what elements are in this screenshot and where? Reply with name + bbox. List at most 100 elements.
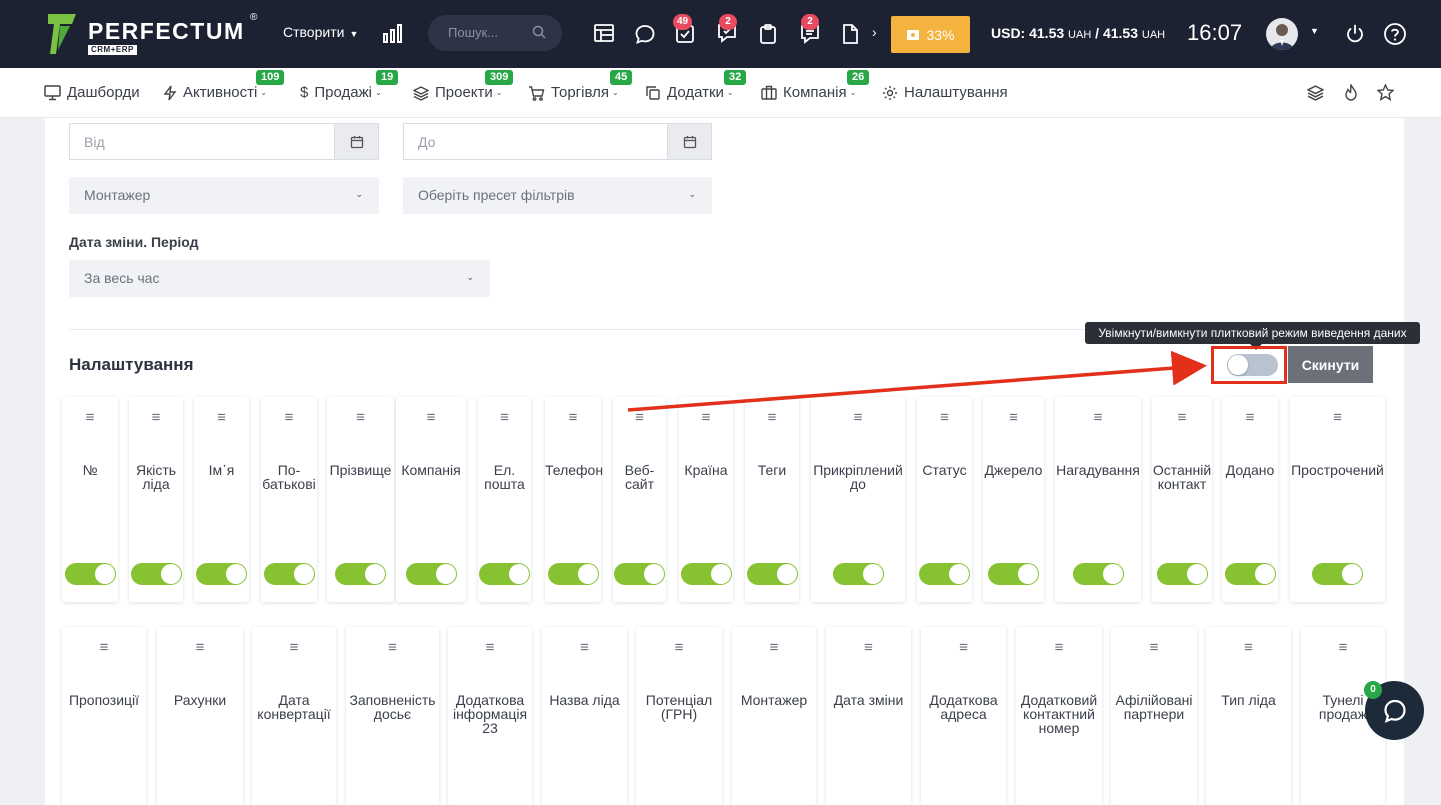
column-visibility-toggle[interactable]: [1073, 563, 1124, 585]
drag-handle-icon[interactable]: ≡: [732, 639, 816, 656]
drag-handle-icon[interactable]: ≡: [745, 409, 799, 426]
column-visibility-toggle[interactable]: [614, 563, 665, 585]
column-card[interactable]: ≡ Останній контакт: [1152, 397, 1212, 602]
drag-handle-icon[interactable]: ≡: [448, 639, 532, 656]
drag-handle-icon[interactable]: ≡: [679, 409, 733, 426]
calendar-icon[interactable]: [667, 123, 712, 160]
drag-handle-icon[interactable]: ≡: [252, 639, 336, 656]
layers-icon[interactable]: [1306, 84, 1325, 106]
column-card[interactable]: ≡ Заповненість досьє: [346, 627, 439, 805]
drag-handle-icon[interactable]: ≡: [613, 409, 666, 426]
table-view-icon[interactable]: [593, 22, 615, 44]
column-card[interactable]: ≡ Веб-сайт: [613, 397, 666, 602]
column-visibility-toggle[interactable]: [406, 563, 457, 585]
chevron-right-icon[interactable]: ›: [872, 24, 877, 40]
column-visibility-toggle[interactable]: [919, 563, 970, 585]
drag-handle-icon[interactable]: ≡: [1152, 409, 1212, 426]
drag-handle-icon[interactable]: ≡: [1111, 639, 1197, 656]
chevron-down-icon[interactable]: ▼: [1310, 26, 1319, 36]
drag-handle-icon[interactable]: ≡: [194, 409, 249, 426]
column-card[interactable]: ≡ Прізвище: [327, 397, 394, 602]
drag-handle-icon[interactable]: ≡: [129, 409, 183, 426]
nav-item-company[interactable]: Компанія ⌄ 26: [761, 70, 870, 101]
nav-item-activities[interactable]: Активності ⌄ 109: [163, 70, 285, 101]
column-card[interactable]: ≡ Телефон: [545, 397, 603, 602]
installer-select[interactable]: Монтажер ⌄: [69, 177, 379, 214]
drag-handle-icon[interactable]: ≡: [545, 409, 601, 426]
column-card[interactable]: ≡ Рахунки: [157, 627, 243, 805]
drag-handle-icon[interactable]: ≡: [917, 409, 972, 426]
create-menu-button[interactable]: Створити ▼: [283, 24, 358, 40]
column-visibility-toggle[interactable]: [264, 563, 315, 585]
change-date-select[interactable]: За весь час ⌄: [69, 260, 490, 297]
power-icon[interactable]: [1344, 23, 1366, 45]
column-card[interactable]: ≡ Потенціал (ГРН): [636, 627, 722, 805]
nav-item-dashboards[interactable]: Дашборди: [44, 84, 140, 101]
column-visibility-toggle[interactable]: [196, 563, 247, 585]
nav-item-addons[interactable]: Додатки ⌄ 32: [645, 70, 747, 101]
nav-item-sales[interactable]: $ Продажі ⌄ 19: [300, 70, 399, 101]
drag-handle-icon[interactable]: ≡: [983, 409, 1044, 426]
column-card[interactable]: ≡ Прострочений: [1290, 397, 1385, 602]
drag-handle-icon[interactable]: ≡: [921, 639, 1006, 656]
column-card[interactable]: ≡ Додатковий контактний номер: [1016, 627, 1102, 805]
column-card[interactable]: ≡ Прикріплений до: [811, 397, 905, 602]
drag-handle-icon[interactable]: ≡: [1055, 409, 1141, 426]
filter-preset-select[interactable]: Оберіть пресет фільтрів ⌄: [403, 177, 712, 214]
column-card[interactable]: ≡ Джерело: [983, 397, 1044, 602]
column-visibility-toggle[interactable]: [681, 563, 732, 585]
column-card[interactable]: ≡ Афілійовані партнери: [1111, 627, 1197, 805]
column-card[interactable]: ≡ По-батькові: [261, 397, 317, 602]
nav-item-settings[interactable]: Налаштування: [882, 84, 1008, 101]
drag-handle-icon[interactable]: ≡: [62, 409, 118, 426]
drag-handle-icon[interactable]: ≡: [542, 639, 627, 656]
nav-item-trade[interactable]: Торгівля ⌄ 45: [528, 70, 633, 101]
drag-handle-icon[interactable]: ≡: [1301, 639, 1385, 656]
column-card[interactable]: ≡ Додано: [1222, 397, 1278, 602]
drag-handle-icon[interactable]: ≡: [396, 409, 466, 426]
progress-button[interactable]: 33%: [891, 16, 970, 53]
drag-handle-icon[interactable]: ≡: [346, 639, 439, 656]
column-visibility-toggle[interactable]: [833, 563, 884, 585]
column-visibility-toggle[interactable]: [548, 563, 599, 585]
column-visibility-toggle[interactable]: [747, 563, 798, 585]
drag-handle-icon[interactable]: ≡: [1016, 639, 1102, 656]
column-card[interactable]: ≡ Дата зміни: [826, 627, 911, 805]
drag-handle-icon[interactable]: ≡: [478, 409, 531, 426]
column-card[interactable]: ≡ Теги: [745, 397, 799, 602]
column-card[interactable]: ≡ Дата конвертації: [252, 627, 336, 805]
drag-handle-icon[interactable]: ≡: [327, 409, 394, 426]
tile-mode-toggle[interactable]: [1227, 354, 1278, 376]
drag-handle-icon[interactable]: ≡: [1206, 639, 1291, 656]
column-visibility-toggle[interactable]: [1157, 563, 1208, 585]
column-card[interactable]: ≡ Монтажер: [732, 627, 816, 805]
date-from-input[interactable]: Від: [69, 123, 334, 160]
column-card[interactable]: ≡ Нагадування: [1055, 397, 1141, 602]
drag-handle-icon[interactable]: ≡: [811, 409, 905, 426]
column-card[interactable]: ≡ Назва ліда: [542, 627, 627, 805]
column-card[interactable]: ≡ Ім᾽я: [194, 397, 249, 602]
drag-handle-icon[interactable]: ≡: [62, 639, 146, 656]
search-input[interactable]: Пошук...: [428, 15, 562, 51]
column-card[interactable]: ≡ Пропозиції: [62, 627, 146, 805]
column-visibility-toggle[interactable]: [131, 563, 182, 585]
reset-button[interactable]: Скинути: [1288, 346, 1373, 383]
stats-icon[interactable]: [382, 22, 404, 44]
column-card[interactable]: ≡ Додаткова адреса: [921, 627, 1006, 805]
drag-handle-icon[interactable]: ≡: [157, 639, 243, 656]
column-card[interactable]: ≡ Тип ліда: [1206, 627, 1291, 805]
calendar-icon[interactable]: [334, 123, 379, 160]
column-visibility-toggle[interactable]: [65, 563, 116, 585]
help-icon[interactable]: [1383, 22, 1407, 46]
fire-icon[interactable]: [1343, 82, 1359, 106]
drag-handle-icon[interactable]: ≡: [1290, 409, 1385, 426]
drag-handle-icon[interactable]: ≡: [636, 639, 722, 656]
column-visibility-toggle[interactable]: [1225, 563, 1276, 585]
perfectum-logo[interactable]: PERFECTUM ® CRM+ERP: [46, 12, 266, 58]
drag-handle-icon[interactable]: ≡: [826, 639, 911, 656]
column-card[interactable]: ≡ Ел. пошта: [478, 397, 531, 602]
document-icon[interactable]: [840, 23, 860, 45]
column-card[interactable]: ≡ Статус: [917, 397, 972, 602]
chat-bubble-icon[interactable]: [634, 23, 656, 45]
column-card[interactable]: ≡ Якість ліда: [129, 397, 183, 602]
